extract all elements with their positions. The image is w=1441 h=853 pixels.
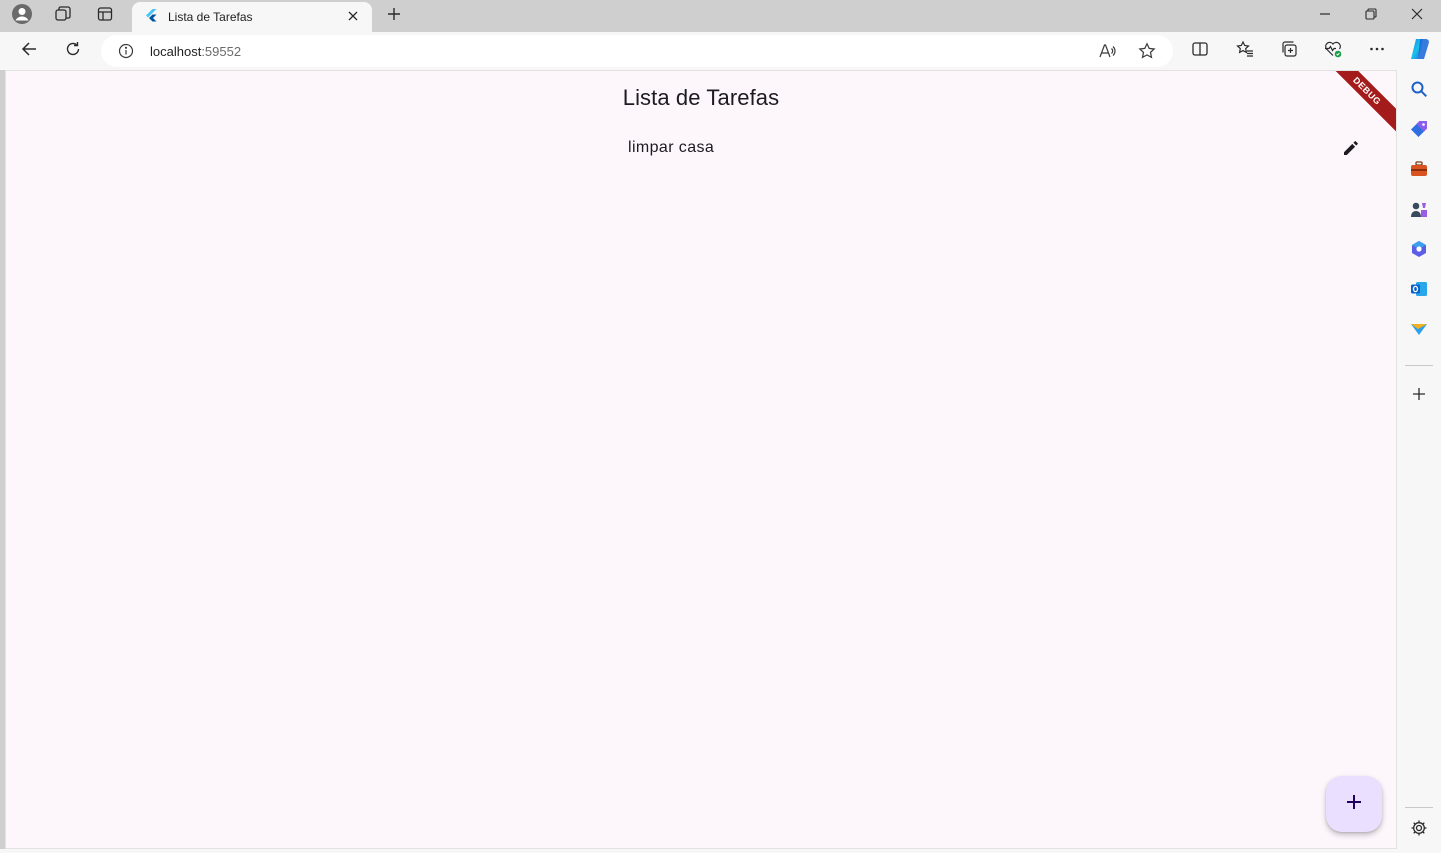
browser-essentials-button[interactable] [1319,37,1347,65]
back-button[interactable] [15,37,43,65]
sidebar-item-m365[interactable] [1405,237,1433,265]
m365-icon [1410,240,1428,263]
window-close-button[interactable] [1394,0,1440,32]
url-port: :59552 [201,44,242,59]
collections-icon [1280,40,1298,63]
edit-task-button[interactable] [1338,135,1366,163]
refresh-button[interactable] [59,37,87,65]
flutter-favicon-icon [144,8,158,27]
vertical-tabs-icon [96,5,114,28]
split-screen-button[interactable] [1186,37,1214,65]
star-icon[interactable] [1138,42,1156,65]
ellipsis-icon [1369,41,1385,62]
sidebar-add-button[interactable] [1405,382,1433,410]
tab-strip: Lista de Tarefas [0,0,1441,32]
sidebar-item-tools[interactable] [1405,157,1433,185]
profile-icon [11,3,33,30]
tools-briefcase-icon [1410,160,1428,183]
close-icon [348,8,358,26]
favorites-icon [1236,40,1254,63]
tab-close-button[interactable] [344,8,362,26]
shopping-tag-icon [1410,120,1428,143]
task-text: limpar casa [628,139,715,156]
workspaces-icon [54,5,72,28]
app-page: Lista de Tarefas limpar casa DEBUG [5,70,1397,849]
workspaces-button[interactable] [49,4,77,28]
profile-button[interactable] [8,3,36,30]
browser-toolbar: localhost:59552 [0,32,1441,70]
info-icon[interactable] [118,43,134,64]
games-icon [1410,200,1428,223]
task-list-item[interactable]: limpar casa [6,129,1396,169]
outlook-icon [1410,280,1428,303]
heart-pulse-icon [1323,39,1343,64]
tab-title: Lista de Tarefas [168,10,253,24]
add-task-button[interactable] [1326,776,1382,832]
edge-sidebar [1397,70,1441,853]
new-tab-button[interactable] [382,4,406,28]
window-bottom-edge [0,849,1397,853]
url-text: localhost:59552 [150,44,241,59]
pencil-icon [1342,137,1362,162]
more-button[interactable] [1363,37,1391,65]
add-icon [1412,387,1426,406]
app-title: Lista de Tarefas [622,85,780,110]
sidebar-item-send[interactable] [1405,317,1433,345]
sidebar-item-outlook[interactable] [1405,277,1433,305]
close-icon [1411,7,1423,25]
sidebar-divider [1405,807,1433,808]
refresh-icon [65,41,81,62]
minimize-icon [1319,7,1331,25]
copilot-button[interactable] [1405,37,1433,65]
sidebar-item-search[interactable] [1405,77,1433,105]
send-icon [1410,320,1428,343]
address-bar[interactable]: localhost:59552 [101,35,1173,67]
favorites-button[interactable] [1231,37,1259,65]
sidebar-item-shopping[interactable] [1405,117,1433,145]
collections-button[interactable] [1275,37,1303,65]
restore-button[interactable] [1348,0,1394,32]
copilot-icon [1407,37,1431,66]
plus-icon [1346,794,1362,815]
back-arrow-icon [21,41,37,62]
settings-icon [1410,819,1428,842]
minimize-button[interactable] [1302,0,1348,32]
sidebar-item-games[interactable] [1405,197,1433,225]
vertical-tabs-button[interactable] [91,4,119,28]
sidebar-settings-button[interactable] [1405,816,1433,844]
active-tab[interactable]: Lista de Tarefas [132,2,372,32]
read-aloud-icon[interactable] [1098,42,1116,65]
plus-icon [387,7,401,26]
split-screen-icon [1191,40,1209,63]
sidebar-divider [1405,365,1433,366]
restore-icon [1365,7,1377,25]
search-icon [1410,80,1428,103]
url-host: localhost [150,44,202,59]
